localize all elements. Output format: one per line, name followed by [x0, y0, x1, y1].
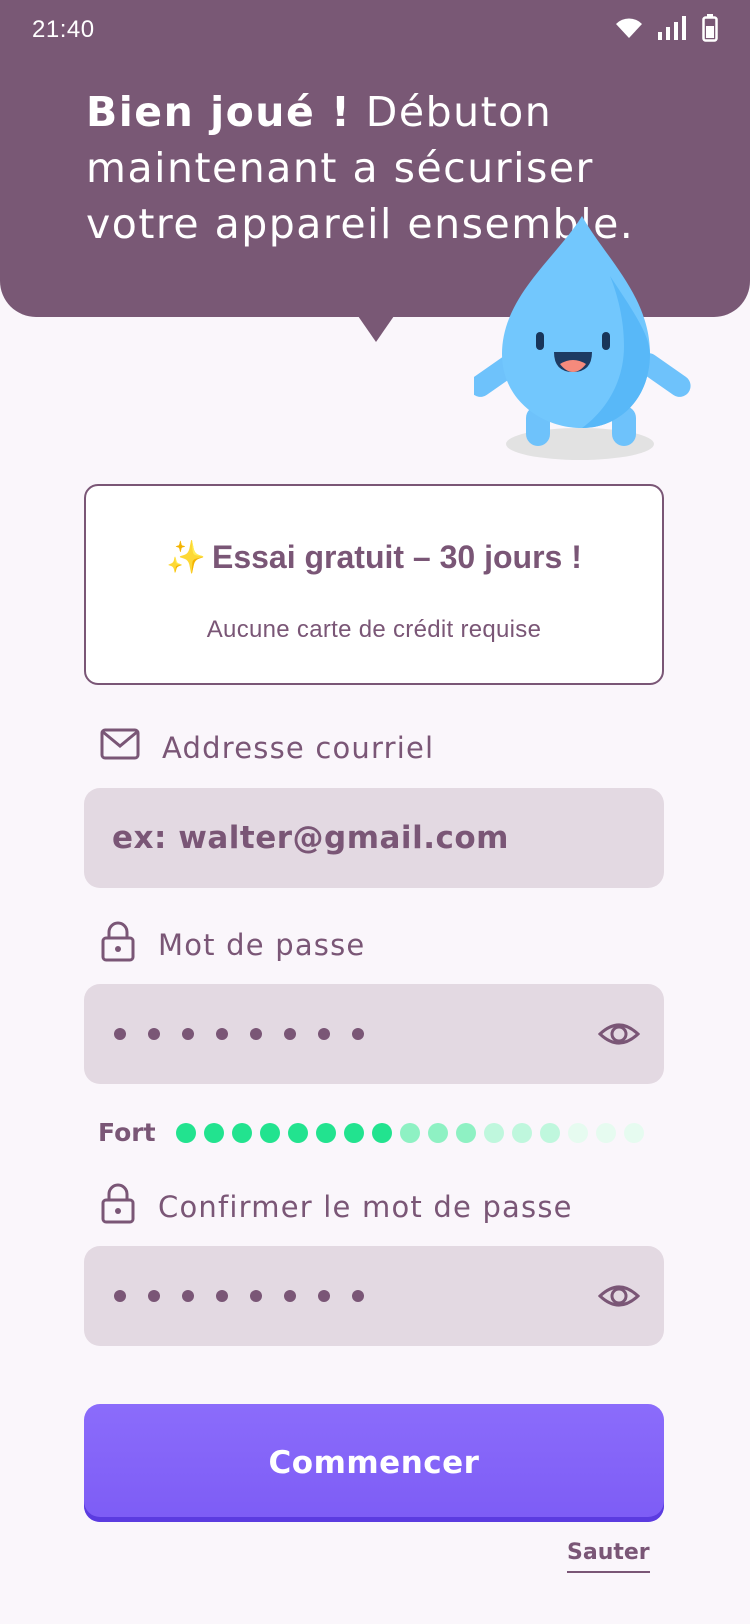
- strength-dot: [427, 1122, 448, 1143]
- trial-subtitle: Aucune carte de crédit requise: [206, 616, 542, 643]
- confirm-password-masked-value: [114, 1246, 364, 1346]
- trial-title-text: Essai gratuit – 30 jours !: [211, 539, 582, 575]
- strength-dot: [483, 1122, 504, 1143]
- confirm-password-label-text: Confirmer le mot de passe: [158, 1189, 573, 1224]
- strength-dot: [595, 1122, 616, 1143]
- confirm-password-input[interactable]: [84, 1246, 664, 1346]
- password-dot: [114, 1290, 126, 1302]
- strength-dot: [399, 1122, 420, 1143]
- strength-dot: [175, 1122, 196, 1143]
- trial-title: ✨ Essai gratuit – 30 jours !: [86, 538, 662, 576]
- password-dot: [182, 1290, 194, 1302]
- password-strength-meter: Fort: [98, 1118, 644, 1147]
- email-label: Addresse courriel: [100, 728, 434, 767]
- password-dot: [148, 1290, 160, 1302]
- start-button[interactable]: Commencer: [84, 1404, 664, 1522]
- password-dot: [318, 1290, 330, 1302]
- email-label-text: Addresse courriel: [162, 730, 435, 765]
- battery-icon: [702, 14, 718, 46]
- status-time: 21:40: [32, 16, 95, 43]
- strength-dots: [175, 1122, 644, 1143]
- password-dot: [352, 1290, 364, 1302]
- strength-dot: [623, 1122, 644, 1143]
- sparkle-icon: ✨: [166, 539, 206, 575]
- password-dot: [216, 1028, 228, 1040]
- password-label: Mot de passe: [100, 920, 365, 969]
- lock-icon: [100, 1182, 136, 1231]
- strength-dot: [259, 1122, 280, 1143]
- password-dot: [148, 1028, 160, 1040]
- password-label-text: Mot de passe: [158, 927, 366, 962]
- password-dot: [318, 1028, 330, 1040]
- status-icons: [614, 14, 718, 46]
- password-masked-value: [114, 984, 364, 1084]
- speech-bubble-tail: [358, 316, 394, 342]
- strength-dot: [567, 1122, 588, 1143]
- lock-icon: [100, 920, 136, 969]
- password-dot: [284, 1028, 296, 1040]
- signal-icon: [658, 16, 688, 44]
- strength-dot: [315, 1122, 336, 1143]
- free-trial-card: ✨ Essai gratuit – 30 jours ! Aucune carte…: [84, 484, 664, 685]
- password-dot: [182, 1028, 194, 1040]
- password-dot: [284, 1290, 296, 1302]
- strength-dot: [455, 1122, 476, 1143]
- show-confirm-password-eye-icon[interactable]: [597, 1276, 641, 1320]
- password-dot: [216, 1290, 228, 1302]
- strength-dot: [287, 1122, 308, 1143]
- strength-dot: [371, 1122, 392, 1143]
- wifi-icon: [614, 16, 644, 44]
- password-dot: [250, 1028, 262, 1040]
- show-password-eye-icon[interactable]: [597, 1014, 641, 1058]
- password-dot: [250, 1290, 262, 1302]
- strength-dot: [511, 1122, 532, 1143]
- strength-dot: [231, 1122, 252, 1143]
- confirm-password-label: Confirmer le mot de passe: [100, 1182, 573, 1231]
- strength-dot: [539, 1122, 560, 1143]
- strength-dot: [203, 1122, 224, 1143]
- password-dot: [114, 1028, 126, 1040]
- password-dot: [352, 1028, 364, 1040]
- mail-icon: [100, 728, 140, 767]
- email-input[interactable]: [84, 788, 664, 888]
- skip-link[interactable]: Sauter: [567, 1540, 650, 1573]
- password-input[interactable]: [84, 984, 664, 1084]
- strength-label: Fort: [98, 1118, 156, 1147]
- strength-dot: [343, 1122, 364, 1143]
- water-drop-mascot-icon: [469, 216, 694, 470]
- headline-bold: Bien joué !: [86, 88, 352, 136]
